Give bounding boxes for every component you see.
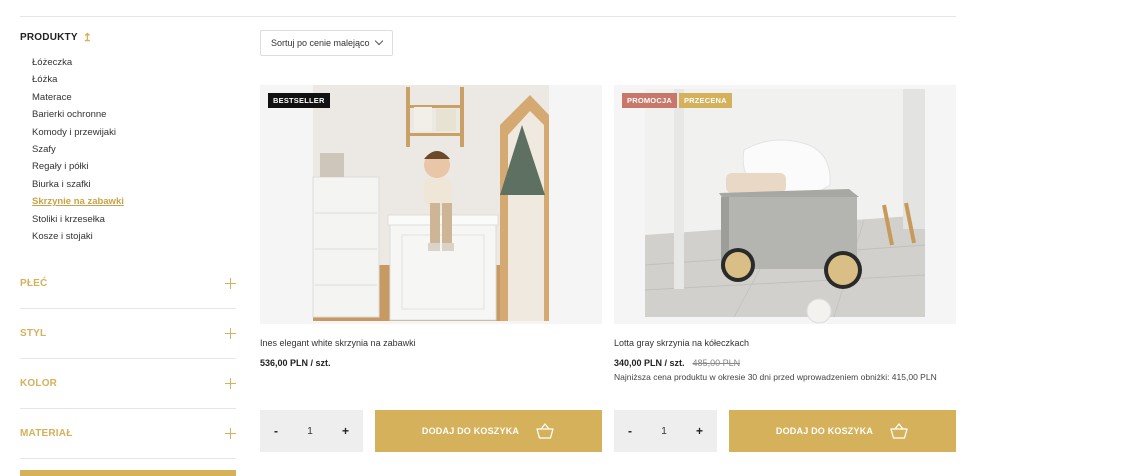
filter-style[interactable]: STYL: [20, 309, 236, 359]
increase-button[interactable]: +: [342, 424, 349, 438]
sidebar-action-button[interactable]: [20, 470, 236, 476]
add-to-cart-button[interactable]: DODAJ DO KOSZYKA: [729, 410, 956, 452]
price-row: 536,00 PLN / szt.: [260, 358, 602, 368]
product-price: 536,00 PLN / szt.: [260, 358, 331, 368]
badge-group: PROMOCJA PRZECENA: [622, 93, 732, 108]
filter-label: KOLOR: [20, 378, 58, 389]
photo-ines-chest: [312, 85, 549, 321]
sort-select[interactable]: Sortuj po cenie malejąco: [260, 30, 393, 56]
category-heading[interactable]: PRODUKTY ↥: [20, 30, 236, 44]
plus-icon[interactable]: [225, 278, 236, 289]
decrease-button[interactable]: -: [628, 424, 632, 438]
category-item[interactable]: Szafy: [20, 141, 236, 158]
lowest-price-note: Najniższa cena produktu w okresie 30 dni…: [614, 372, 937, 382]
sort-label: Sortuj po cenie malejąco: [271, 38, 370, 48]
filter-gender[interactable]: PŁEĆ: [20, 259, 236, 309]
product-image[interactable]: PROMOCJA PRZECENA: [614, 85, 956, 324]
filter-color[interactable]: KOLOR: [20, 359, 236, 409]
up-arrow-icon: ↥: [82, 31, 93, 44]
top-divider: [20, 16, 956, 17]
category-item[interactable]: Regały i półki: [20, 158, 236, 175]
category-item[interactable]: Stoliki i krzesełka: [20, 211, 236, 228]
category-item[interactable]: Łóżeczka: [20, 54, 236, 71]
old-price: 485,00 PLN: [692, 358, 741, 368]
filter-label: STYL: [20, 328, 47, 339]
add-to-cart-label: DODAJ DO KOSZYKA: [421, 426, 520, 436]
product-card: BESTSELLER Ines elegant white skrzynia n…: [260, 85, 602, 368]
filter-label: MATERIAŁ: [20, 428, 73, 439]
price-row: 340,00 PLN / szt. 485,00 PLN: [614, 358, 956, 368]
category-item-active[interactable]: Skrzynie na zabawki: [20, 193, 236, 210]
category-item[interactable]: Barierki ochronne: [20, 106, 236, 123]
category-item[interactable]: Komody i przewijaki: [20, 124, 236, 141]
filter-material[interactable]: MATERIAŁ: [20, 409, 236, 459]
plus-icon[interactable]: [225, 428, 236, 439]
badge-bestseller: BESTSELLER: [268, 93, 330, 108]
category-item[interactable]: Kosze i stojaki: [20, 228, 236, 245]
product-name[interactable]: Ines elegant white skrzynia na zabawki: [260, 338, 602, 350]
quantity-value[interactable]: 1: [307, 426, 313, 437]
product-name[interactable]: Lotta gray skrzynia na kółeczkach: [614, 338, 956, 350]
product-price: 340,00 PLN / szt.: [614, 358, 685, 368]
product-card: PROMOCJA PRZECENA Lotta gray skrzynia na…: [614, 85, 956, 382]
quantity-stepper: - 1 +: [614, 410, 717, 452]
plus-icon[interactable]: [225, 378, 236, 389]
chevron-down-icon: [374, 36, 384, 46]
category-sidebar: PRODUKTY ↥ Łóżeczka Łóżka Materace Barie…: [20, 30, 236, 459]
photo-lotta-chest: [644, 89, 926, 324]
add-to-cart-button[interactable]: DODAJ DO KOSZYKA: [375, 410, 602, 452]
quantity-value[interactable]: 1: [661, 426, 667, 437]
decrease-button[interactable]: -: [274, 424, 278, 438]
category-item[interactable]: Łóżka: [20, 71, 236, 88]
basket-icon: [536, 423, 554, 439]
category-item[interactable]: Materace: [20, 89, 236, 106]
filter-label: PŁEĆ: [20, 278, 48, 289]
badge-promotion: PROMOCJA: [622, 93, 677, 108]
quantity-stepper: - 1 +: [260, 410, 363, 452]
plus-icon[interactable]: [225, 328, 236, 339]
category-title: PRODUKTY: [20, 31, 78, 43]
basket-icon: [890, 423, 908, 439]
category-item[interactable]: Biurka i szafki: [20, 176, 236, 193]
badge-group: BESTSELLER: [268, 93, 330, 108]
category-list: Łóżeczka Łóżka Materace Barierki ochronn…: [20, 54, 236, 245]
product-image[interactable]: BESTSELLER: [260, 85, 602, 324]
add-to-cart-label: DODAJ DO KOSZYKA: [775, 426, 874, 436]
increase-button[interactable]: +: [696, 424, 703, 438]
badge-discount: PRZECENA: [678, 93, 732, 108]
